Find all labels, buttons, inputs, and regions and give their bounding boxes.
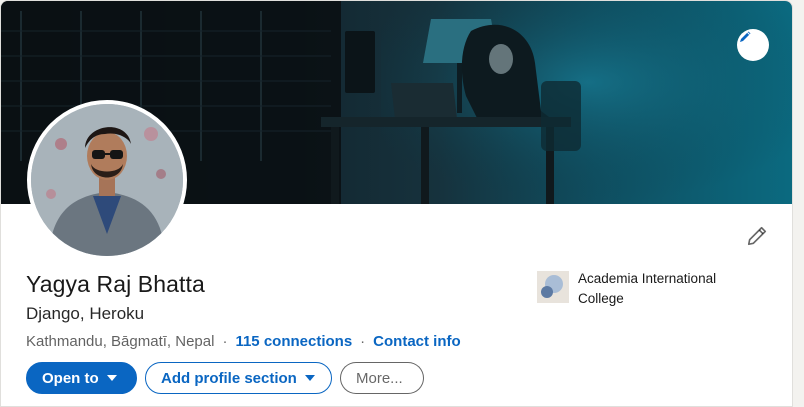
more-label: More... <box>356 369 403 387</box>
pencil-icon <box>740 31 751 42</box>
separator-dot: · <box>222 333 228 350</box>
connections-link[interactable]: 115 connections <box>235 333 352 350</box>
more-button[interactable]: More... <box>340 362 424 394</box>
college-logo-icon <box>537 271 569 303</box>
add-profile-section-label: Add profile section <box>161 369 297 387</box>
open-to-button[interactable]: Open to <box>26 362 137 394</box>
pencil-icon <box>747 226 767 246</box>
college-name: Academia International College <box>578 271 717 306</box>
edit-intro-button[interactable] <box>741 220 773 252</box>
caret-down-icon <box>304 375 315 381</box>
education-link[interactable]: Academia International College <box>537 269 758 309</box>
avatar <box>31 104 183 256</box>
profile-actions: Open to Add profile section More... <box>26 362 432 394</box>
profile-photo[interactable] <box>27 100 187 260</box>
edit-banner-button[interactable] <box>737 29 769 61</box>
separator-dot: · <box>360 333 366 350</box>
add-profile-section-button[interactable]: Add profile section <box>145 362 332 394</box>
contact-info-link[interactable]: Contact info <box>373 333 461 350</box>
open-to-label: Open to <box>42 369 99 387</box>
profile-card: Yagya Raj Bhatta Django, Heroku Kathmand… <box>0 0 793 407</box>
location: Kathmandu, Bāgmatī, Nepal <box>26 333 215 350</box>
profile-name: Yagya Raj Bhatta <box>26 271 205 297</box>
profile-headline: Django, Heroku <box>26 304 145 323</box>
profile-meta: Kathmandu, Bāgmatī, Nepal · 115 connecti… <box>26 333 461 350</box>
caret-down-icon <box>106 375 117 381</box>
